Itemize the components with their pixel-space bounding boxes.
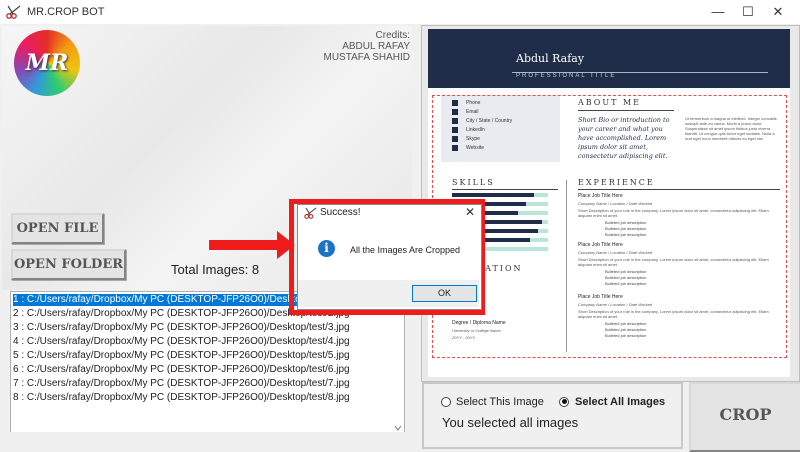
- resume-skills-heading: SKILLS: [452, 178, 495, 187]
- contact-label: Phone: [466, 100, 481, 106]
- website-icon: [452, 145, 458, 151]
- select-all-images-label[interactable]: Select All Images: [575, 396, 665, 408]
- credits-block: Credits: ABDUL RAFAY MUSTAFA SHAHID: [320, 30, 411, 63]
- resume-rule: [578, 189, 780, 190]
- resume-degree: Degree / Diploma Name: [452, 320, 506, 326]
- resume-header: [428, 29, 790, 88]
- credits-name: ABDUL RAFAY: [342, 41, 410, 52]
- close-icon[interactable]: ✕: [763, 0, 793, 24]
- skill-bar: [452, 193, 534, 197]
- radio-selected-dot: [562, 399, 567, 404]
- job-subtitle: Company Name / Location / Date Worked: [578, 302, 653, 307]
- list-item[interactable]: 7 : C:/Users/rafay/Dropbox/My PC (DESKTO…: [13, 378, 350, 390]
- list-item[interactable]: 3 : C:/Users/rafay/Dropbox/My PC (DESKTO…: [13, 322, 350, 334]
- job-subtitle: Company Name / Location / Date Worked: [578, 250, 653, 255]
- ok-button[interactable]: OK: [412, 285, 477, 302]
- job-description: Short Description of your role in the co…: [578, 208, 769, 218]
- selection-status: You selected all images: [442, 415, 579, 430]
- resume-rule: [578, 110, 674, 111]
- select-this-image-label[interactable]: Select This Image: [456, 396, 544, 408]
- job-description: Short Description of your role in the co…: [578, 257, 769, 267]
- resume-title: PROFESSIONAL TITLE: [516, 73, 617, 79]
- list-item[interactable]: 6 : C:/Users/rafay/Dropbox/My PC (DESKTO…: [13, 364, 350, 376]
- arrow-annotation: [209, 240, 279, 250]
- select-this-image-radio[interactable]: [441, 397, 451, 407]
- resume-about-text: Short Bio or introduction to your career…: [578, 116, 670, 160]
- crop-button[interactable]: CROP: [689, 382, 800, 452]
- title-bar: [0, 0, 800, 24]
- credits-heading: Credits:: [375, 30, 410, 41]
- job-bullet: Bulleted job description: [605, 220, 647, 225]
- contact-label: Website: [466, 145, 484, 151]
- status-strip: [0, 432, 412, 450]
- job-bullet: Bulleted job description: [605, 226, 647, 231]
- job-bullet: Bulleted job description: [605, 281, 647, 286]
- email-icon: [452, 109, 458, 115]
- job-title: Place Job Title Here: [578, 193, 623, 199]
- skype-icon: [452, 136, 458, 142]
- dialog-close-icon[interactable]: ✕: [465, 205, 475, 219]
- resume-divider: [566, 180, 567, 352]
- contact-label: Skype: [466, 136, 480, 142]
- resume-rule: [452, 189, 558, 190]
- dialog-title: Success!: [320, 207, 361, 218]
- resume-years: 20YY - 20YY: [452, 335, 476, 340]
- minimize-icon[interactable]: —: [703, 0, 733, 24]
- list-item[interactable]: 8 : C:/Users/rafay/Dropbox/My PC (DESKTO…: [13, 392, 350, 404]
- resume-about-heading: ABOUT ME: [578, 98, 642, 107]
- total-images-label: Total Images: 8: [171, 262, 260, 277]
- job-bullet: Bulleted job description: [605, 327, 647, 332]
- info-icon: i: [318, 240, 335, 257]
- linkedin-icon: [452, 127, 458, 133]
- maximize-icon[interactable]: ☐: [733, 0, 763, 24]
- job-description: Short Description of your role in the co…: [578, 309, 769, 319]
- resume-name: Abdul Rafay: [516, 52, 585, 65]
- contact-label: City / State / Country: [466, 118, 513, 124]
- job-bullet: Bulleted job description: [605, 232, 647, 237]
- open-file-button[interactable]: OPEN FILE: [11, 213, 104, 244]
- job-bullet: Bulleted job description: [605, 321, 647, 326]
- credits-name: MUSTAFA SHAHID: [323, 52, 411, 63]
- window-title: MR.CROP BOT: [27, 6, 105, 18]
- list-item[interactable]: 4 : C:/Users/rafay/Dropbox/My PC (DESKTO…: [13, 336, 350, 348]
- resume-school: University or College Name: [452, 328, 501, 333]
- job-title: Place Job Title Here: [578, 294, 623, 300]
- location-icon: [452, 118, 458, 124]
- job-bullet: Bulleted job description: [605, 275, 647, 280]
- logo-text: MR: [25, 50, 69, 76]
- contact-label: LinkedIn: [466, 127, 485, 133]
- list-item[interactable]: 5 : C:/Users/rafay/Dropbox/My PC (DESKTO…: [13, 350, 350, 362]
- scissors-icon: [6, 5, 21, 19]
- job-bullet: Bulleted job description: [605, 333, 647, 338]
- resume-about-fine: Ut fermentum a magna ut eleifend. Intege…: [685, 116, 777, 141]
- scissors-icon: [304, 207, 317, 219]
- job-bullet: Bulleted job description: [605, 269, 647, 274]
- dialog-message: All the Images Are Cropped: [350, 245, 461, 255]
- contact-label: Email: [466, 109, 479, 115]
- phone-icon: [452, 100, 458, 106]
- job-subtitle: Company Name / Location / Date Worked: [578, 201, 653, 206]
- resume-experience-heading: EXPERIENCE: [578, 178, 655, 187]
- open-folder-button[interactable]: OPEN FOLDER: [11, 249, 126, 280]
- job-title: Place Job Title Here: [578, 242, 623, 248]
